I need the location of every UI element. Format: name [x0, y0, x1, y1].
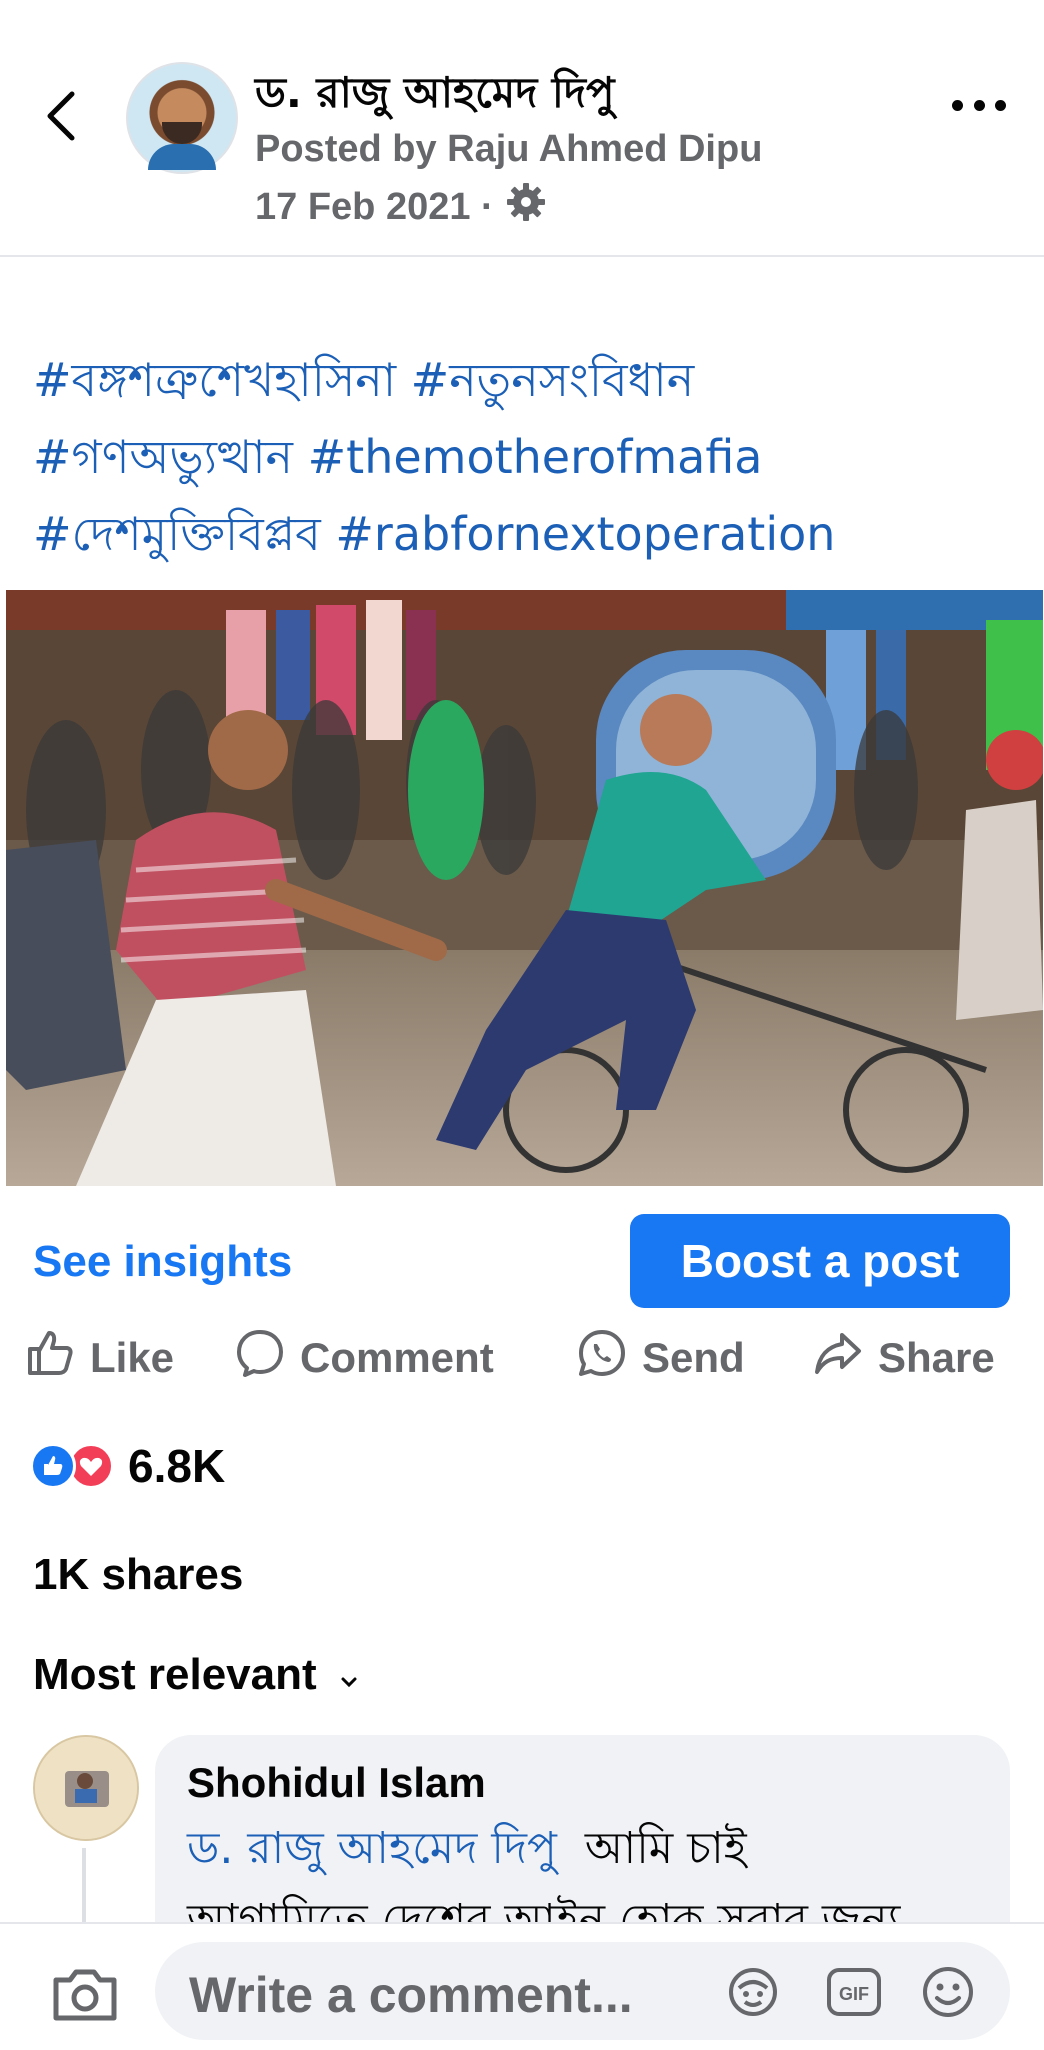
- avatar-sticker-icon[interactable]: [725, 1964, 781, 2025]
- camera-icon[interactable]: [50, 1964, 120, 2024]
- comment-button[interactable]: Comment: [234, 1322, 494, 1394]
- comment-sort[interactable]: Most relevant: [33, 1650, 359, 1700]
- post-meta: 17 Feb 2021 ·: [255, 182, 546, 232]
- gif-icon[interactable]: GIF: [825, 1964, 883, 2025]
- comment-mention[interactable]: ড. রাজু আহমেদ দিপু: [187, 1823, 557, 1874]
- hashtag-line[interactable]: #দেশমুক্তিবিপ্লব #rabfornextoperation: [33, 496, 1023, 573]
- back-icon[interactable]: [40, 86, 84, 146]
- commenter-avatar[interactable]: [33, 1735, 139, 1841]
- comment-icon: [234, 1327, 286, 1389]
- boost-post-button[interactable]: Boost a post: [630, 1214, 1010, 1308]
- hashtag-line[interactable]: #বঙ্গশত্রুশেখহাসিনা #নতুনসংবিধান: [33, 342, 1023, 419]
- more-icon[interactable]: [952, 100, 1006, 118]
- like-label: Like: [90, 1334, 175, 1381]
- post-photo[interactable]: [6, 590, 1043, 1186]
- see-insights-link[interactable]: See insights: [33, 1237, 292, 1287]
- share-button[interactable]: Share: [812, 1322, 995, 1394]
- reactions-summary[interactable]: 6.8K: [30, 1438, 225, 1494]
- comment-sort-label: Most relevant: [33, 1650, 317, 1699]
- gear-icon: [506, 182, 546, 232]
- comment-composer: Write a comment... GIF: [0, 1922, 1044, 2050]
- send-label: Send: [642, 1334, 745, 1381]
- share-icon: [812, 1327, 864, 1389]
- page-name[interactable]: ড. রাজু আহমেদ দিপু: [255, 60, 615, 131]
- comment-input[interactable]: Write a comment... GIF: [155, 1942, 1010, 2040]
- like-reaction-icon: [30, 1443, 76, 1489]
- posted-by-label: Posted by Raju Ahmed Dipu: [255, 128, 763, 170]
- action-bar: Like Comment Send Share: [0, 1322, 1044, 1394]
- avatar-beard: [162, 122, 202, 144]
- post-date[interactable]: 17 Feb 2021 ·: [255, 186, 494, 229]
- like-icon: [24, 1327, 76, 1389]
- svg-text:GIF: GIF: [839, 1984, 869, 2004]
- send-button[interactable]: Send: [576, 1322, 745, 1394]
- reaction-count: 6.8K: [128, 1440, 226, 1492]
- hashtag-line[interactable]: #গণঅভ্যুত্থান #themotherofmafia: [33, 419, 1023, 496]
- emoji-icon[interactable]: [920, 1964, 976, 2025]
- comment-input-placeholder: Write a comment...: [189, 1967, 633, 2023]
- avatar-shirt: [148, 144, 216, 170]
- like-button[interactable]: Like: [24, 1322, 174, 1394]
- whatsapp-icon: [576, 1327, 628, 1389]
- comment-label: Comment: [300, 1334, 494, 1381]
- post-header: ড. রাজু আহমেদ দিপু Posted by Raju Ahmed …: [0, 0, 1044, 257]
- comment-author[interactable]: Shohidul Islam: [187, 1759, 486, 1807]
- page-avatar[interactable]: [126, 62, 238, 174]
- chevron-down-icon: [339, 1650, 359, 1700]
- comment-body: আমি চাই: [584, 1823, 747, 1874]
- share-label: Share: [878, 1334, 995, 1381]
- post-hashtags: #বঙ্গশত্রুশেখহাসিনা #নতুনসংবিধান #গণঅভ্য…: [33, 342, 1023, 573]
- share-count[interactable]: 1K shares: [33, 1550, 243, 1600]
